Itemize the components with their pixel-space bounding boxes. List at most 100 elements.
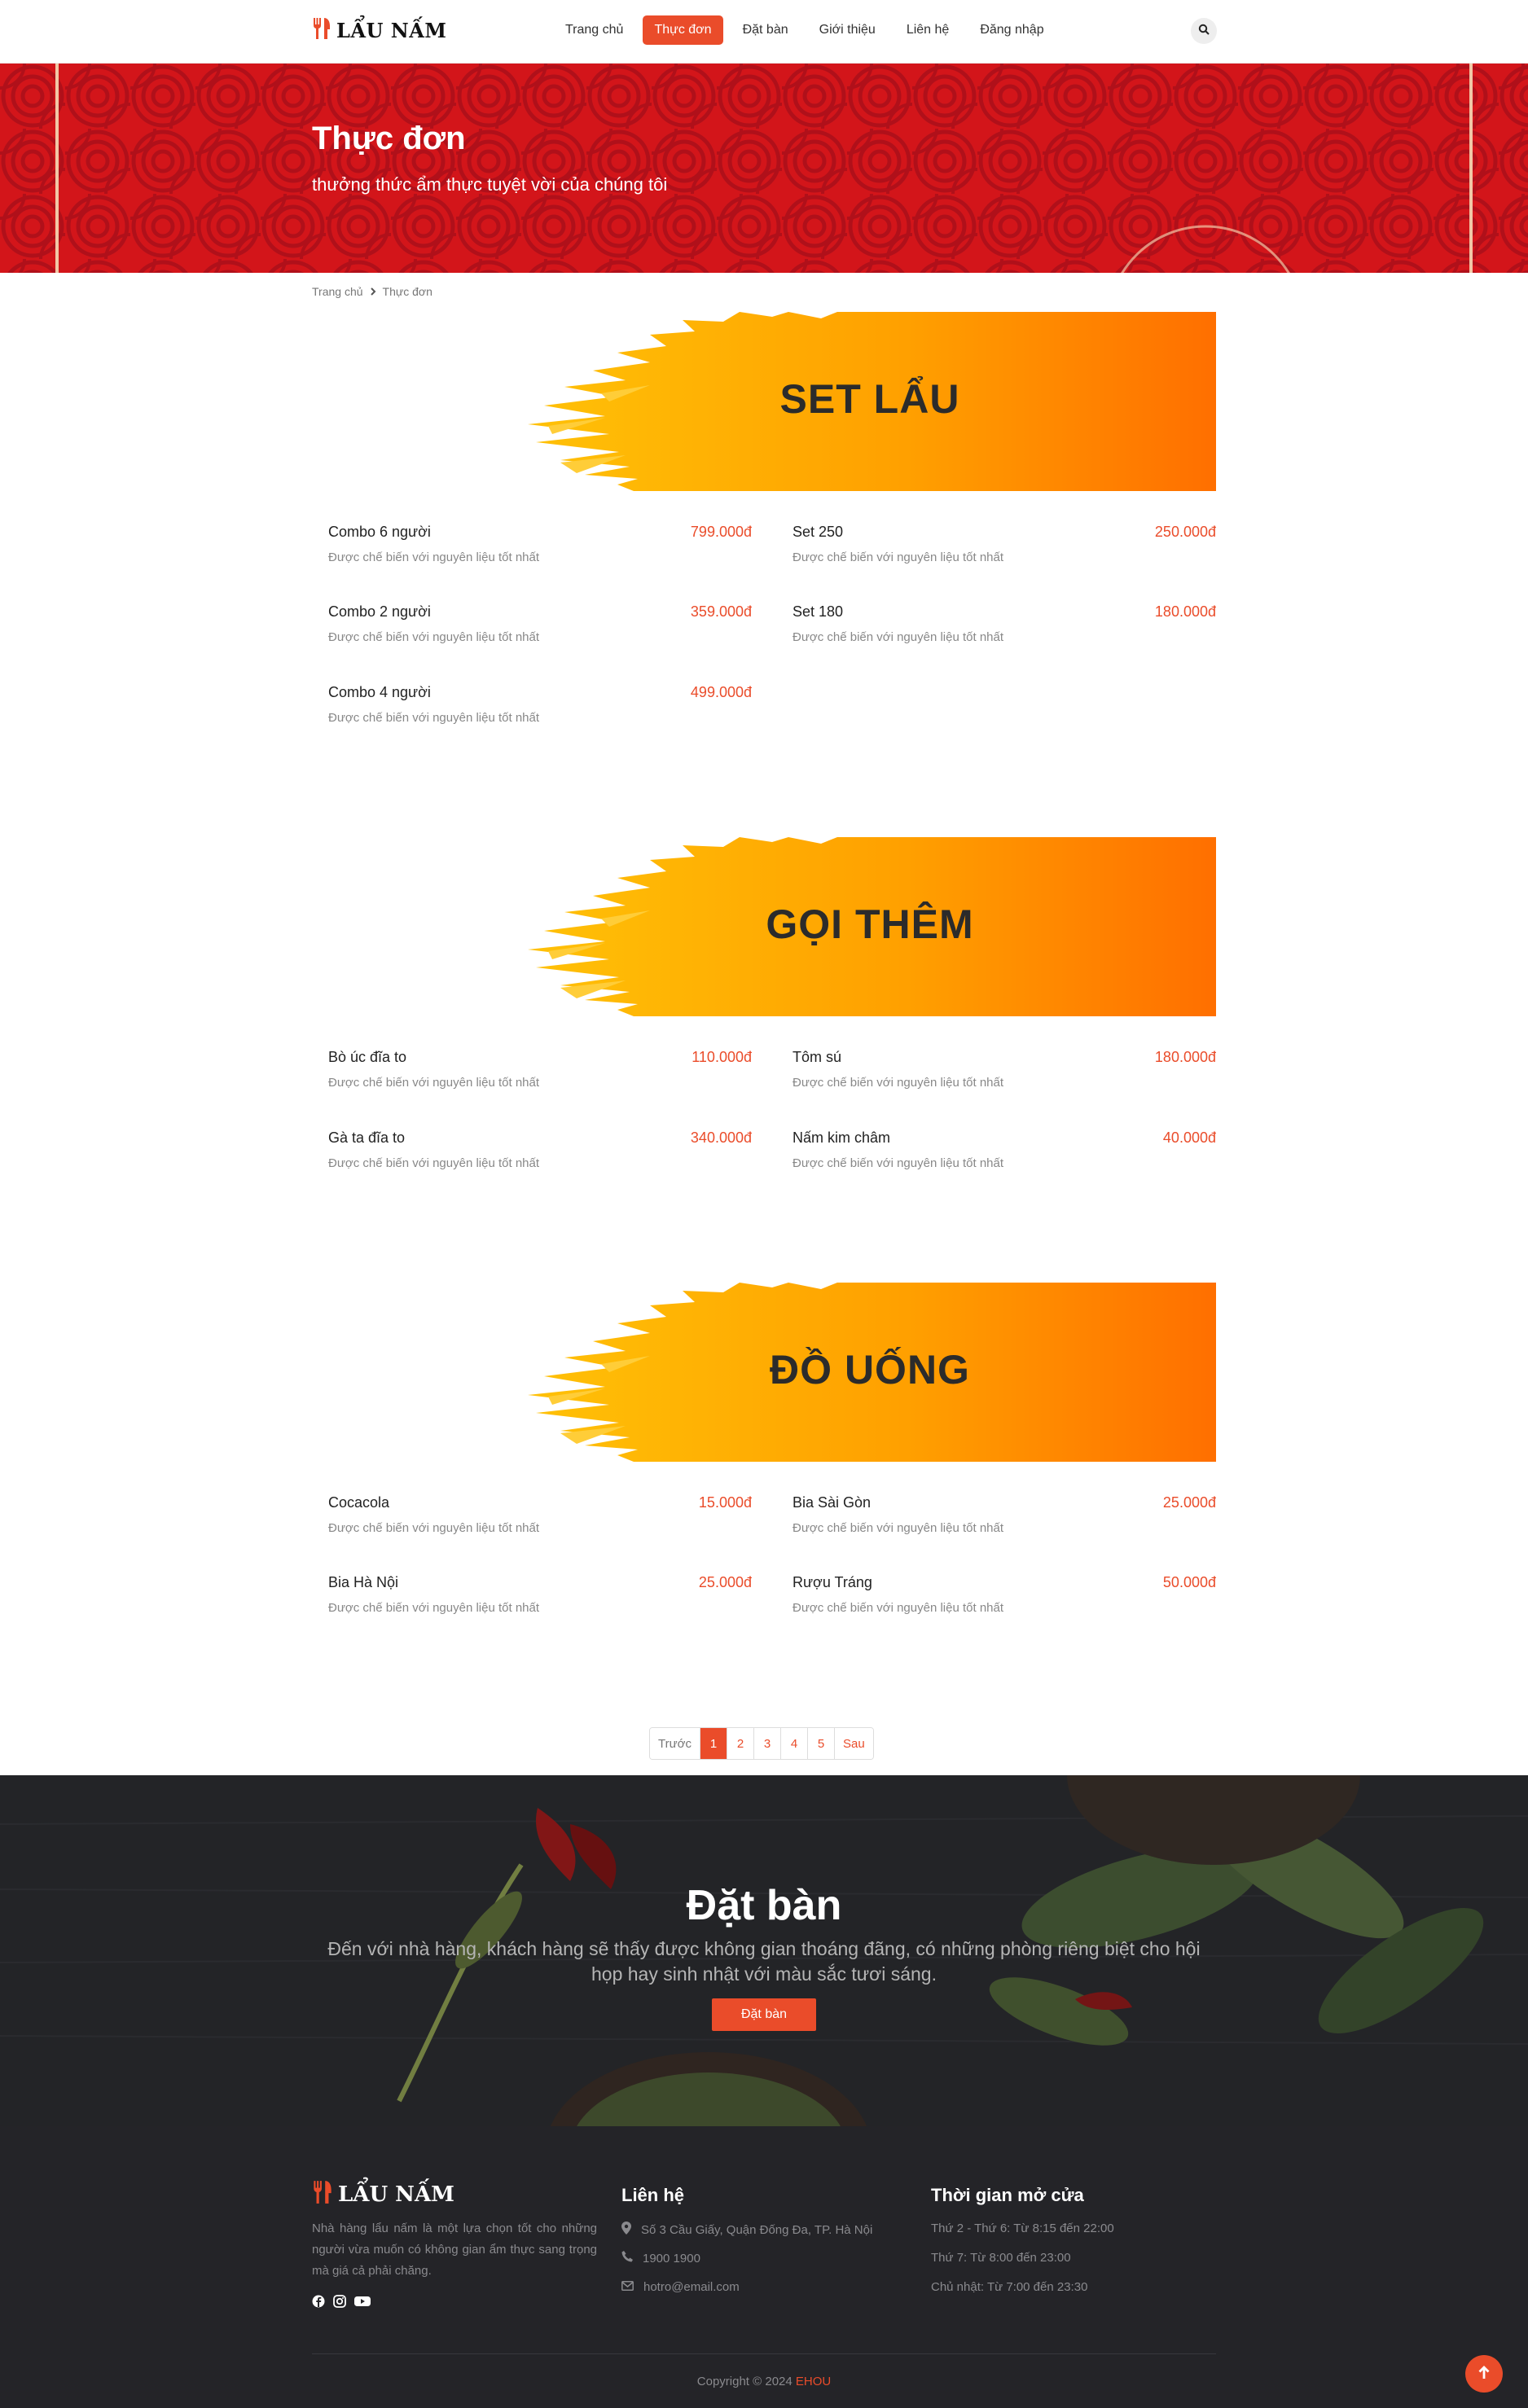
item-price: 40.000đ [1162, 1129, 1216, 1146]
instagram-icon[interactable] [333, 2295, 346, 2312]
item-desc: Được chế biến với nguyên liệu tốt nhất [328, 550, 540, 564]
item-price: 799.000đ [690, 524, 752, 540]
footer-address: Số 3 Cầu Giấy, Quận Đống Đa, TP. Hà Nội [621, 2222, 872, 2238]
item-price: 25.000đ [698, 1574, 752, 1590]
arrow-up-icon [1478, 2365, 1491, 2384]
breadcrumb-home[interactable]: Trang chủ [312, 285, 363, 298]
booking-description: Đến với nhà hàng, khách hàng sẽ thấy đượ… [327, 1938, 1201, 1985]
item-price: 50.000đ [1162, 1574, 1216, 1590]
booking-button[interactable]: Đặt bàn [712, 1998, 816, 2031]
item-name: Cocacola [328, 1494, 390, 1511]
item-price: 110.000đ [692, 1049, 752, 1065]
nav-item-about[interactable]: Giới thiệu [808, 15, 887, 45]
pagination-page-1[interactable]: 1 [700, 1728, 727, 1759]
menu-item[interactable]: Tôm sú 180.000đ Được chế biến với nguyên… [793, 1049, 1216, 1090]
footer-email-text[interactable]: hotro@email.com [643, 2280, 740, 2294]
footer-logo[interactable]: LẨU NẤM [312, 2179, 454, 2209]
section-title: SET LẨU [779, 376, 960, 422]
menu-item[interactable]: Set 180 180.000đ Được chế biến với nguyê… [793, 603, 1216, 644]
footer-about: Nhà hàng lẩu nấm là một lựa chọn tốt cho… [312, 2222, 597, 2278]
booking-section: Đặt bàn Đến với nhà hàng, khách hàng sẽ … [0, 1775, 1528, 2126]
item-desc: Được chế biến với nguyên liệu tốt nhất [793, 630, 1004, 644]
page-title: Thực đơn [312, 121, 466, 156]
fork-knife-icon [312, 16, 332, 45]
social-links [312, 2295, 371, 2312]
menu-item[interactable]: Combo 4 người 499.000đ Được chế biến với… [328, 684, 752, 725]
menu-item[interactable]: Rượu Tráng 50.000đ Được chế biến với ngu… [793, 1574, 1216, 1615]
pagination-page-5[interactable]: 5 [807, 1728, 835, 1759]
pagination-prev[interactable]: Trước [650, 1728, 700, 1759]
item-name: Set 250 [793, 524, 844, 540]
item-price: 340.000đ [690, 1129, 752, 1146]
nav-item-home[interactable]: Trang chủ [554, 15, 634, 45]
back-to-top-button[interactable] [1465, 2355, 1503, 2393]
chevron-right-icon [370, 285, 376, 298]
menu-item[interactable]: Gà ta đĩa to 340.000đ Được chế biến với … [328, 1129, 752, 1170]
search-button[interactable] [1191, 18, 1217, 44]
fork-knife-icon [312, 2179, 333, 2209]
menu-item[interactable]: Combo 2 người 359.000đ Được chế biến với… [328, 603, 752, 644]
pagination-next[interactable]: Sau [834, 1728, 873, 1759]
footer-contact-title: Liên hệ [621, 2185, 685, 2205]
footer-email: hotro@email.com [621, 2280, 740, 2294]
footer-hours-weekday: Thứ 2 - Thứ 6: Từ 8:15 đến 22:00 [931, 2222, 1114, 2235]
item-price: 499.000đ [690, 684, 752, 700]
booking-title: Đặt bàn [686, 1882, 842, 1929]
section-banner-do-uong: ĐỒ UỐNG [528, 1283, 1216, 1462]
nav-item-booking[interactable]: Đặt bàn [731, 15, 800, 45]
item-desc: Được chế biến với nguyên liệu tốt nhất [793, 1521, 1004, 1535]
footer-divider [312, 2353, 1216, 2354]
item-name: Tôm sú [793, 1049, 842, 1065]
menu-item[interactable]: Bia Sài Gòn 25.000đ Được chế biến với ng… [793, 1494, 1216, 1535]
item-desc: Được chế biến với nguyên liệu tốt nhất [328, 1601, 540, 1615]
menu-item[interactable]: Bia Hà Nội 25.000đ Được chế biến với ngu… [328, 1574, 752, 1615]
item-price: 250.000đ [1154, 524, 1216, 540]
footer-address-text: Số 3 Cầu Giấy, Quận Đống Đa, TP. Hà Nội [641, 2222, 873, 2237]
logo[interactable]: LẨU NẤM [312, 16, 446, 45]
pagination-page-3[interactable]: 3 [753, 1728, 781, 1759]
item-desc: Được chế biến với nguyên liệu tốt nhất [328, 630, 540, 644]
pagination-page-4[interactable]: 4 [780, 1728, 808, 1759]
section-banner-goi-them: GỌI THÊM [528, 837, 1216, 1016]
copyright-text: Copyright © 2024 [696, 2375, 793, 2388]
item-desc: Được chế biến với nguyên liệu tốt nhất [328, 711, 540, 725]
item-name: Nấm kim châm [793, 1129, 891, 1146]
section-title: ĐỒ UỐNG [770, 1347, 970, 1393]
search-icon [1198, 24, 1210, 39]
pagination: Trước 1 2 3 4 5 Sau [649, 1727, 874, 1760]
hero-swirl-pattern [0, 64, 1528, 273]
breadcrumb-current: Thực đơn [382, 285, 432, 298]
item-name: Bia Hà Nội [328, 1574, 399, 1590]
item-name: Combo 4 người [328, 684, 431, 700]
page-hero: Thực đơn thưởng thức ẩm thực tuyệt vời c… [0, 64, 1528, 273]
item-price: 359.000đ [690, 603, 752, 620]
nav-item-login[interactable]: Đăng nhập [968, 15, 1055, 45]
item-desc: Được chế biến với nguyên liệu tốt nhất [793, 1601, 1004, 1615]
section-title: GỌI THÊM [766, 901, 974, 947]
facebook-icon[interactable] [312, 2295, 325, 2312]
item-desc: Được chế biến với nguyên liệu tốt nhất [793, 1156, 1004, 1170]
item-price: 15.000đ [698, 1494, 752, 1511]
nav-item-menu[interactable]: Thực đơn [643, 15, 723, 45]
youtube-icon[interactable] [354, 2295, 371, 2312]
item-name: Bia Sài Gòn [793, 1494, 872, 1511]
phone-icon [621, 2251, 633, 2265]
menu-item[interactable]: Nấm kim châm 40.000đ Được chế biến với n… [793, 1129, 1216, 1170]
copyright-brand[interactable]: EHOU [796, 2375, 831, 2388]
item-desc: Được chế biến với nguyên liệu tốt nhất [793, 1076, 1004, 1090]
envelope-icon [621, 2280, 634, 2294]
menu-item[interactable]: Cocacola 15.000đ Được chế biến với nguyê… [328, 1494, 752, 1535]
item-price: 180.000đ [1154, 1049, 1216, 1065]
logo-text: LẨU NẤM [336, 19, 447, 42]
menu-item[interactable]: Bò úc đĩa to 110.000đ Được chế biến với … [328, 1049, 752, 1090]
menu-item[interactable]: Combo 6 người 799.000đ Được chế biến với… [328, 524, 752, 564]
menu-item[interactable]: Set 250 250.000đ Được chế biến với nguyê… [793, 524, 1216, 564]
nav-item-contact[interactable]: Liên hệ [895, 15, 961, 45]
item-name: Bò úc đĩa to [328, 1049, 407, 1065]
pagination-page-2[interactable]: 2 [727, 1728, 754, 1759]
site-footer: LẨU NẤM Nhà hàng lẩu nấm là một lựa chọn… [0, 2126, 1528, 2408]
footer-phone: 1900 1900 [621, 2251, 700, 2265]
page-subtitle: thưởng thức ẩm thực tuyệt vời của chúng … [312, 174, 668, 195]
footer-phone-text: 1900 1900 [643, 2251, 700, 2265]
copyright: Copyright © 2024 EHOU [0, 2375, 1528, 2388]
